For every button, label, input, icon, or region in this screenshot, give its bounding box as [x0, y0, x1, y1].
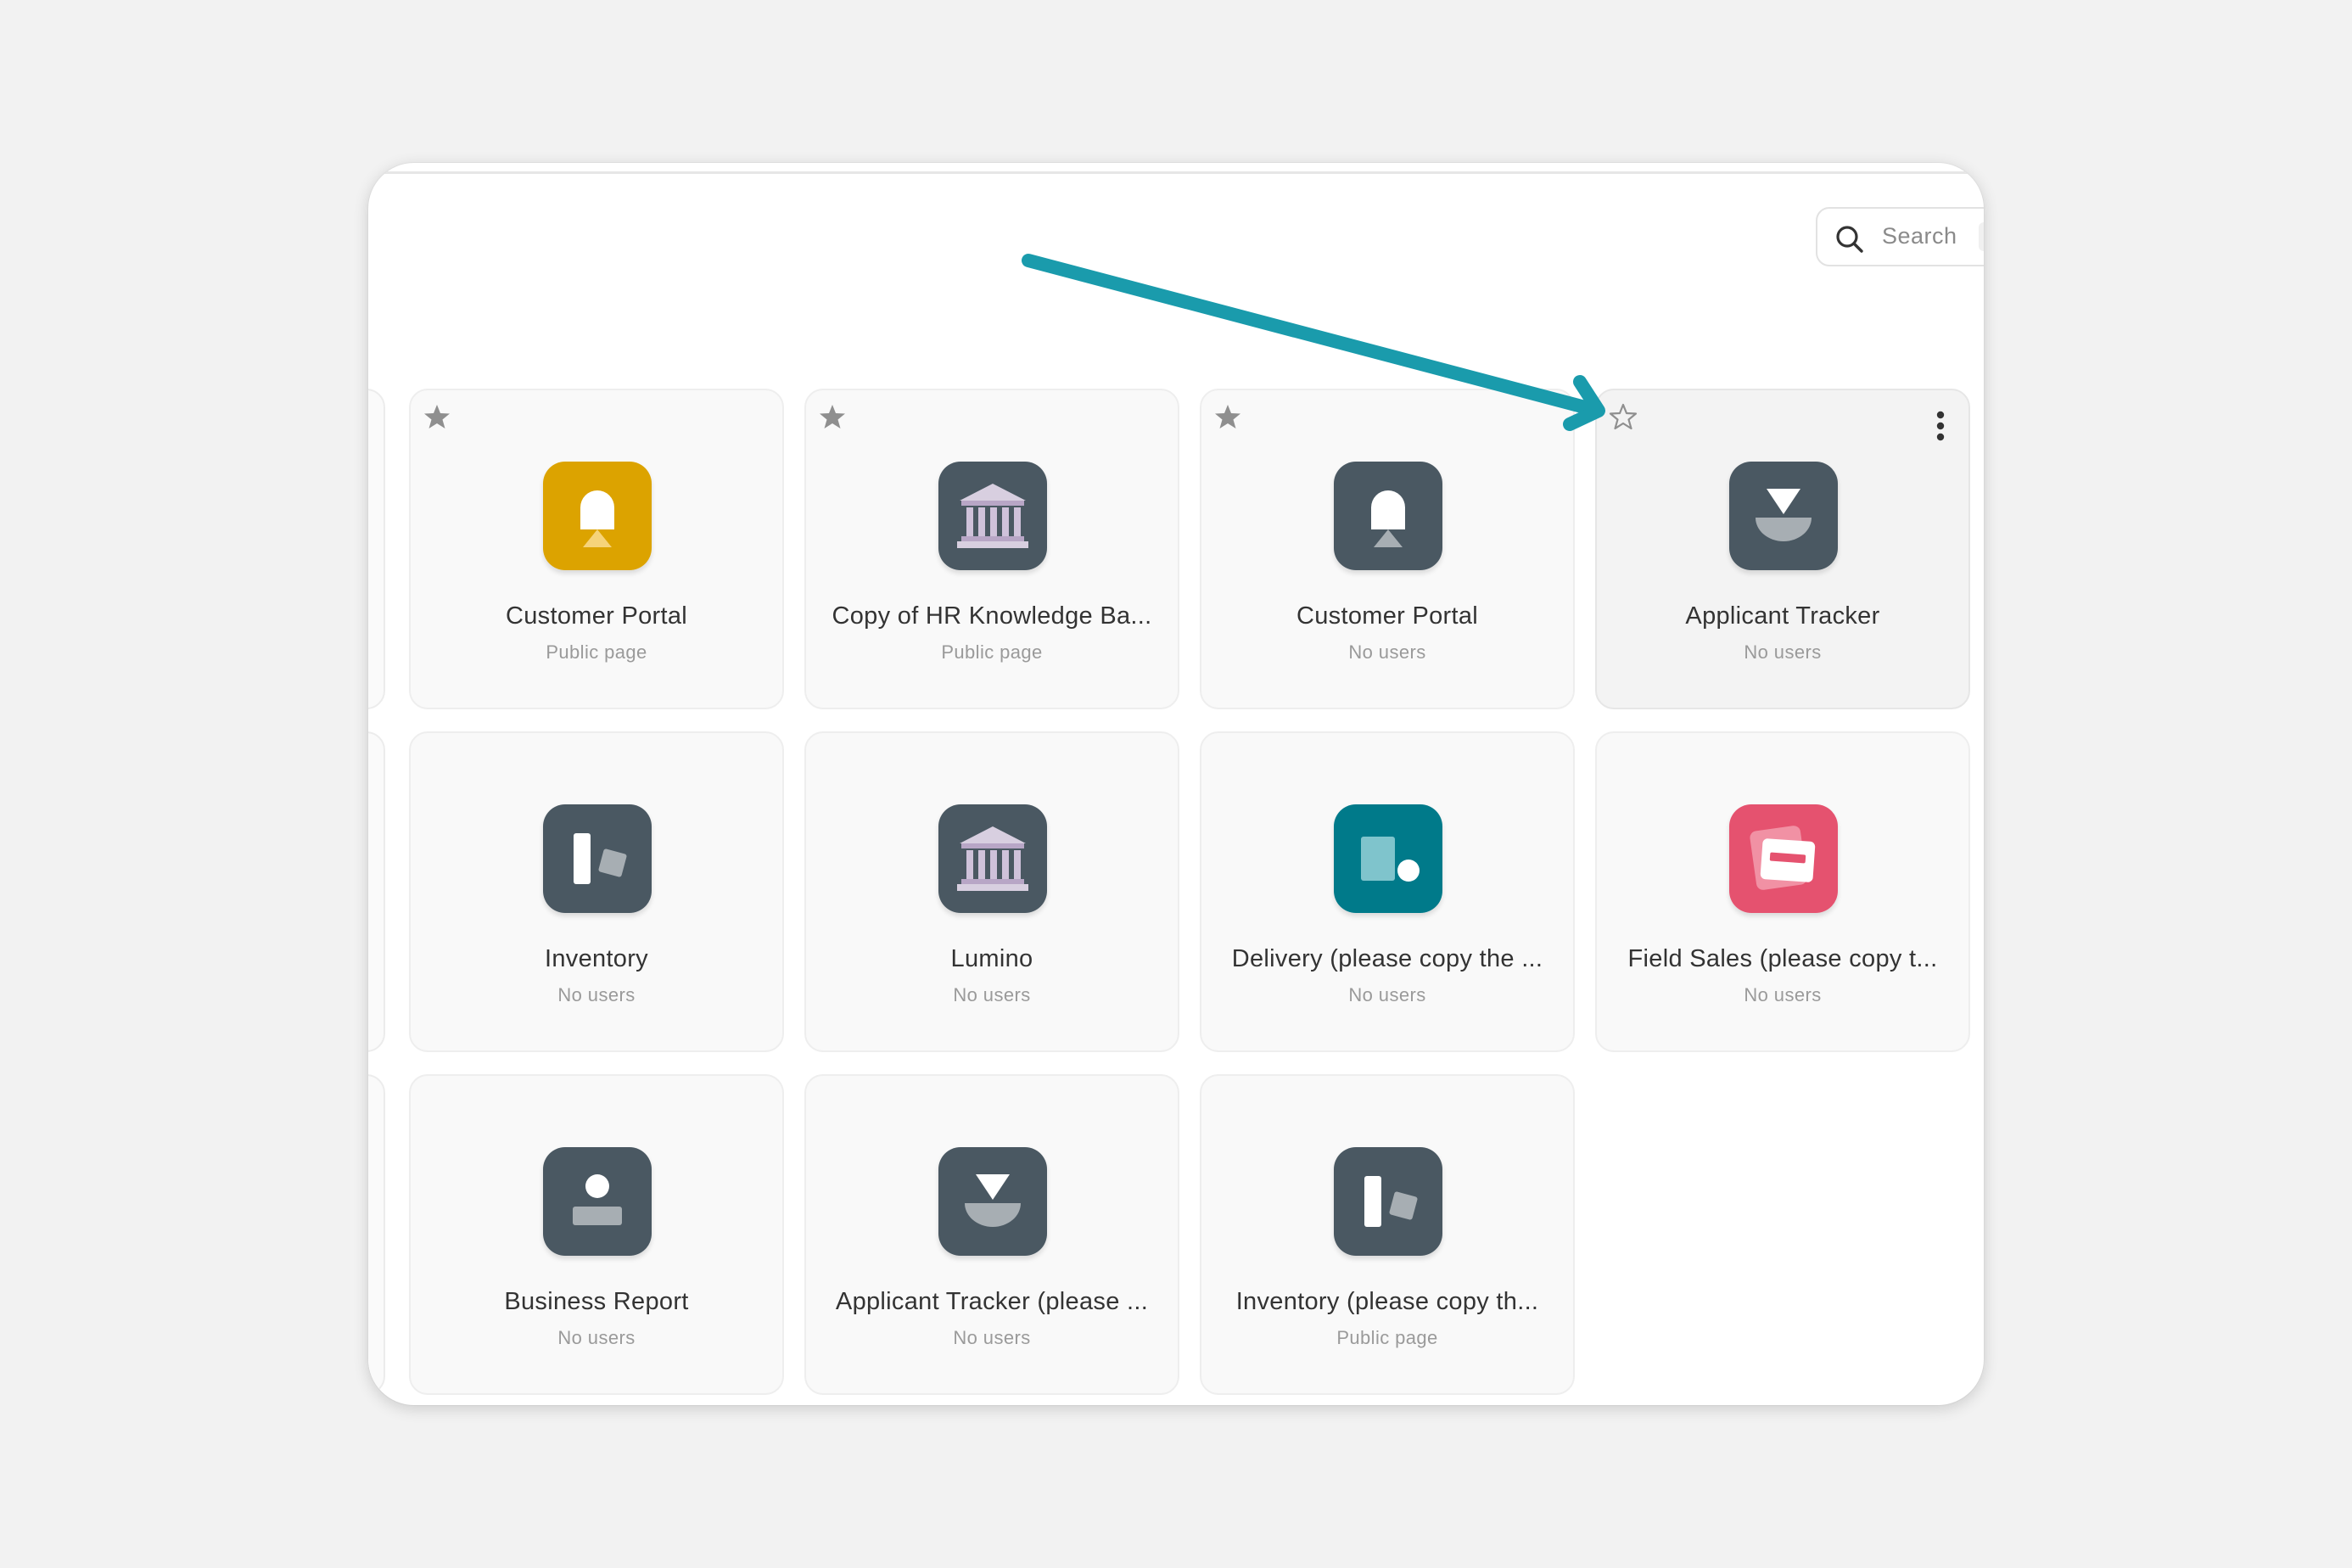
app-title: Inventory — [545, 945, 648, 972]
app-title: Customer Portal — [505, 602, 687, 630]
app-card[interactable]: Applicant Tracker (please ... No users — [804, 1074, 1179, 1395]
funnel-icon — [1729, 462, 1838, 570]
top-divider — [368, 171, 1984, 174]
app-card[interactable]: Business Report No users — [409, 1074, 784, 1395]
app-subtitle: No users — [1348, 984, 1426, 1005]
app-subtitle: No users — [953, 1327, 1031, 1348]
person-icon — [543, 1147, 652, 1256]
app-subtitle: No users — [557, 984, 636, 1005]
partial-card[interactable] — [368, 1074, 385, 1395]
app-subtitle: No users — [1348, 641, 1426, 663]
app-card[interactable]: Delivery (please copy the ... No users — [1200, 731, 1575, 1052]
app-window: Search Customer Portal Public page Copy o… — [368, 163, 1984, 1405]
app-card[interactable]: Inventory (please copy th... Public page — [1200, 1074, 1575, 1395]
app-title: Copy of HR Knowledge Ba... — [832, 602, 1152, 630]
star-filled-icon[interactable] — [423, 402, 451, 431]
inventory-icon — [543, 804, 652, 913]
app-subtitle: Public page — [1336, 1327, 1438, 1348]
app-title: Lumino — [950, 945, 1033, 972]
delivery-icon — [1334, 804, 1442, 913]
app-subtitle: No users — [953, 984, 1031, 1005]
search-input[interactable]: Search — [1816, 207, 1984, 266]
search-icon — [1836, 226, 1863, 253]
app-title: Inventory (please copy th... — [1235, 1288, 1539, 1315]
inventory-icon — [1334, 1147, 1442, 1256]
app-subtitle: No users — [557, 1327, 636, 1348]
search-placeholder: Search — [1882, 223, 1957, 249]
building-icon — [938, 462, 1047, 570]
app-card[interactable]: Lumino No users — [804, 731, 1179, 1052]
app-title: Business Report — [504, 1288, 689, 1315]
app-card[interactable]: Copy of HR Knowledge Ba... Public page — [804, 389, 1179, 709]
funnel-icon — [938, 1147, 1047, 1256]
app-card[interactable]: Customer Portal No users — [1200, 389, 1575, 709]
more-options-icon[interactable] — [1936, 411, 1945, 441]
star-filled-icon[interactable] — [1213, 402, 1242, 431]
app-title: Customer Portal — [1296, 602, 1478, 630]
app-title: Field Sales (please copy t... — [1627, 945, 1938, 972]
card-icon — [1729, 804, 1838, 913]
app-card[interactable]: Applicant Tracker No users — [1595, 389, 1970, 709]
app-subtitle: No users — [1744, 641, 1822, 663]
star-outline-icon[interactable] — [1609, 402, 1638, 431]
app-card[interactable]: Field Sales (please copy t... No users — [1595, 731, 1970, 1052]
partial-card[interactable] — [368, 389, 385, 709]
app-title: Delivery (please copy the ... — [1231, 945, 1543, 972]
search-shortcut-badge — [1979, 222, 1984, 251]
app-subtitle: Public page — [941, 641, 1043, 663]
app-card[interactable]: Customer Portal Public page — [409, 389, 784, 709]
app-title: Applicant Tracker (please ... — [835, 1288, 1149, 1315]
star-filled-icon[interactable] — [818, 402, 847, 431]
app-subtitle: No users — [1744, 984, 1822, 1005]
portal-icon — [1334, 462, 1442, 570]
building-icon — [938, 804, 1047, 913]
app-card[interactable]: Inventory No users — [409, 731, 784, 1052]
app-subtitle: Public page — [546, 641, 647, 663]
partial-card[interactable] — [368, 731, 385, 1052]
portal-icon — [543, 462, 652, 570]
app-title: Applicant Tracker — [1685, 602, 1880, 630]
